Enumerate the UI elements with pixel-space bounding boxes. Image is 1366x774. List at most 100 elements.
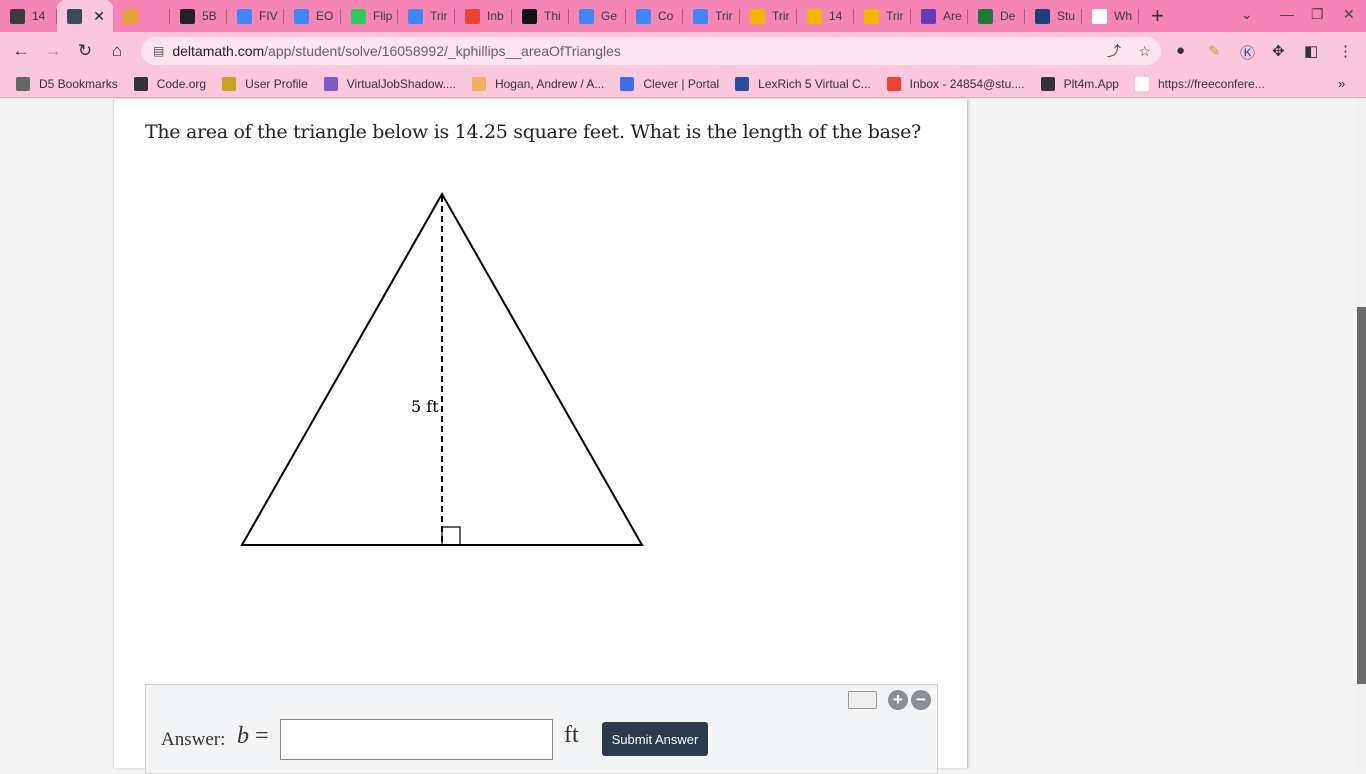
extension-pencil-icon[interactable]: ✎ xyxy=(1208,42,1221,60)
bookmarks-bar: D5 Bookmarks Code.org User Profile VirtualJ… xyxy=(0,70,1366,98)
tab-favicon-icon xyxy=(180,8,195,24)
tab-label: Trir xyxy=(886,9,904,23)
answer-unit: ft xyxy=(564,722,579,748)
bookmark-favicon-icon xyxy=(222,76,237,91)
reload-icon[interactable]: ↻ xyxy=(69,41,101,61)
height-label: 5 ft xyxy=(411,397,439,416)
tab[interactable]: Wh xyxy=(1082,0,1139,32)
bookmark-star-icon[interactable]: ☆ xyxy=(1138,43,1151,60)
tab-favicon-icon xyxy=(579,8,594,24)
site-info-icon[interactable]: ▤ xyxy=(153,44,164,58)
bookmark-label: Code.org xyxy=(156,76,207,91)
tab[interactable]: ✕ xyxy=(57,0,113,32)
tab-favicon-icon xyxy=(636,8,651,24)
tab[interactable]: Trir xyxy=(740,0,797,32)
extensions-puzzle-icon[interactable]: ✥ xyxy=(1272,42,1285,60)
tab[interactable]: 5B xyxy=(170,0,227,32)
close-tab-icon[interactable]: ✕ xyxy=(93,8,105,25)
tab-label: 5B xyxy=(202,9,217,23)
tab-label: Wh xyxy=(1114,9,1132,23)
tab[interactable]: Are xyxy=(911,0,968,32)
bookmark-label: D5 Bookmarks xyxy=(39,76,118,91)
bookmark-item[interactable]: Inbox - 24854@stu.... xyxy=(886,76,1025,91)
tab-label: Co xyxy=(658,9,674,23)
tab-strip: 14 ✕ 5B FIV EO Flip Trir Inb Thi Ge Co Trir Trir 14 Tr… xyxy=(0,0,1366,32)
triangle-figure: 5 ft xyxy=(240,191,644,546)
bookmark-label: User Profile xyxy=(245,76,308,91)
answer-equals: = xyxy=(255,723,269,749)
scrollbar-thumb[interactable] xyxy=(1357,307,1366,684)
tab[interactable]: FIV xyxy=(227,0,284,32)
tab-favicon-icon xyxy=(1092,8,1107,24)
bookmark-item[interactable]: D5 Bookmarks xyxy=(16,76,118,91)
bookmark-item[interactable]: User Profile xyxy=(222,76,308,91)
tab-label: 14 xyxy=(829,9,843,23)
share-icon[interactable]: ⤴ xyxy=(1107,41,1121,61)
tab[interactable]: Inb xyxy=(455,0,512,32)
bookmark-item[interactable]: Code.org xyxy=(133,76,207,91)
bookmark-item[interactable]: LexRich 5 Virtual C... xyxy=(735,76,871,91)
tab-favicon-icon xyxy=(294,8,309,24)
tab[interactable]: 14 xyxy=(797,0,854,32)
tab[interactable]: 14 xyxy=(0,0,57,32)
tab-label: De xyxy=(1000,9,1016,23)
new-tab-button[interactable]: + xyxy=(1151,3,1181,29)
bookmark-label: VirtualJobShadow.... xyxy=(346,76,456,91)
extension-k-icon[interactable]: Ⓚ xyxy=(1240,42,1255,63)
menu-icon[interactable]: ⋮ xyxy=(1338,42,1353,60)
zoom-out-icon[interactable]: − xyxy=(911,690,931,710)
bookmark-label: https://freeconfere... xyxy=(1157,76,1265,91)
zoom-in-icon[interactable]: + xyxy=(888,690,908,710)
forward-icon[interactable]: → xyxy=(37,41,69,61)
bookmark-favicon-icon xyxy=(471,76,486,91)
back-icon[interactable]: ← xyxy=(5,41,37,61)
tab[interactable]: Ge xyxy=(569,0,626,32)
tab-favicon-icon xyxy=(123,8,138,24)
tab[interactable]: Trir xyxy=(854,0,911,32)
tab[interactable]: Trir xyxy=(683,0,740,32)
tab[interactable] xyxy=(113,0,170,32)
submit-answer-button[interactable]: Submit Answer xyxy=(602,722,708,756)
bookmark-favicon-icon xyxy=(323,76,338,91)
tab[interactable]: Trir xyxy=(398,0,455,32)
tab-label: 14 xyxy=(32,9,46,23)
home-icon[interactable]: ⌂ xyxy=(101,41,133,61)
tab-label: Ge xyxy=(601,9,618,23)
tabs: 14 ✕ 5B FIV EO Flip Trir Inb Thi Ge Co Trir Trir 14 Tr… xyxy=(0,0,1139,32)
bookmark-favicon-icon xyxy=(1040,76,1055,91)
bookmark-label: Inbox - 24854@stu.... xyxy=(909,76,1025,91)
problem-card: The area of the triangle below is 14.25 … xyxy=(113,99,968,774)
url-host: deltamath.com xyxy=(172,43,265,59)
tab-search-icon[interactable]: ⌄ xyxy=(1241,6,1253,23)
tab-favicon-icon xyxy=(522,8,537,24)
side-panel-icon[interactable]: ◧ xyxy=(1304,42,1318,60)
bookmark-favicon-icon xyxy=(1134,76,1149,91)
answer-variable: b xyxy=(237,723,249,749)
tab[interactable]: Thi xyxy=(512,0,569,32)
answer-input[interactable] xyxy=(280,719,553,760)
tab[interactable]: De xyxy=(968,0,1025,32)
answer-label: Answer: xyxy=(161,729,226,750)
keyboard-icon[interactable] xyxy=(848,691,877,709)
tab[interactable]: Stu xyxy=(1025,0,1082,32)
tab[interactable]: Co xyxy=(626,0,683,32)
tab[interactable]: EO xyxy=(284,0,341,32)
tab-label: EO xyxy=(316,9,334,23)
bookmark-favicon-icon xyxy=(16,76,30,91)
bookmark-item[interactable]: Plt4m.App xyxy=(1040,76,1119,91)
minimize-button[interactable]: — xyxy=(1280,6,1294,22)
tab[interactable]: Flip xyxy=(341,0,398,32)
bookmark-item[interactable]: https://freeconfere... xyxy=(1134,76,1265,91)
bookmark-item[interactable]: Hogan, Andrew / A... xyxy=(471,76,604,91)
tab-label: Inb xyxy=(487,9,504,23)
bookmark-item[interactable]: VirtualJobShadow.... xyxy=(323,76,456,91)
close-window-button[interactable]: ✕ xyxy=(1343,6,1355,23)
bookmark-label: Clever | Portal xyxy=(643,76,720,91)
bookmark-item[interactable]: Clever | Portal xyxy=(620,76,720,91)
address-bar[interactable]: ▤ deltamath.com/app/student/solve/160589… xyxy=(141,37,1161,65)
scrollbar[interactable] xyxy=(1356,99,1366,768)
tab-label: Thi xyxy=(544,9,561,23)
extension-icon[interactable]: ● xyxy=(1176,42,1185,59)
more-bookmarks-icon[interactable]: » xyxy=(1338,76,1345,91)
restore-button[interactable]: ❐ xyxy=(1311,6,1324,23)
